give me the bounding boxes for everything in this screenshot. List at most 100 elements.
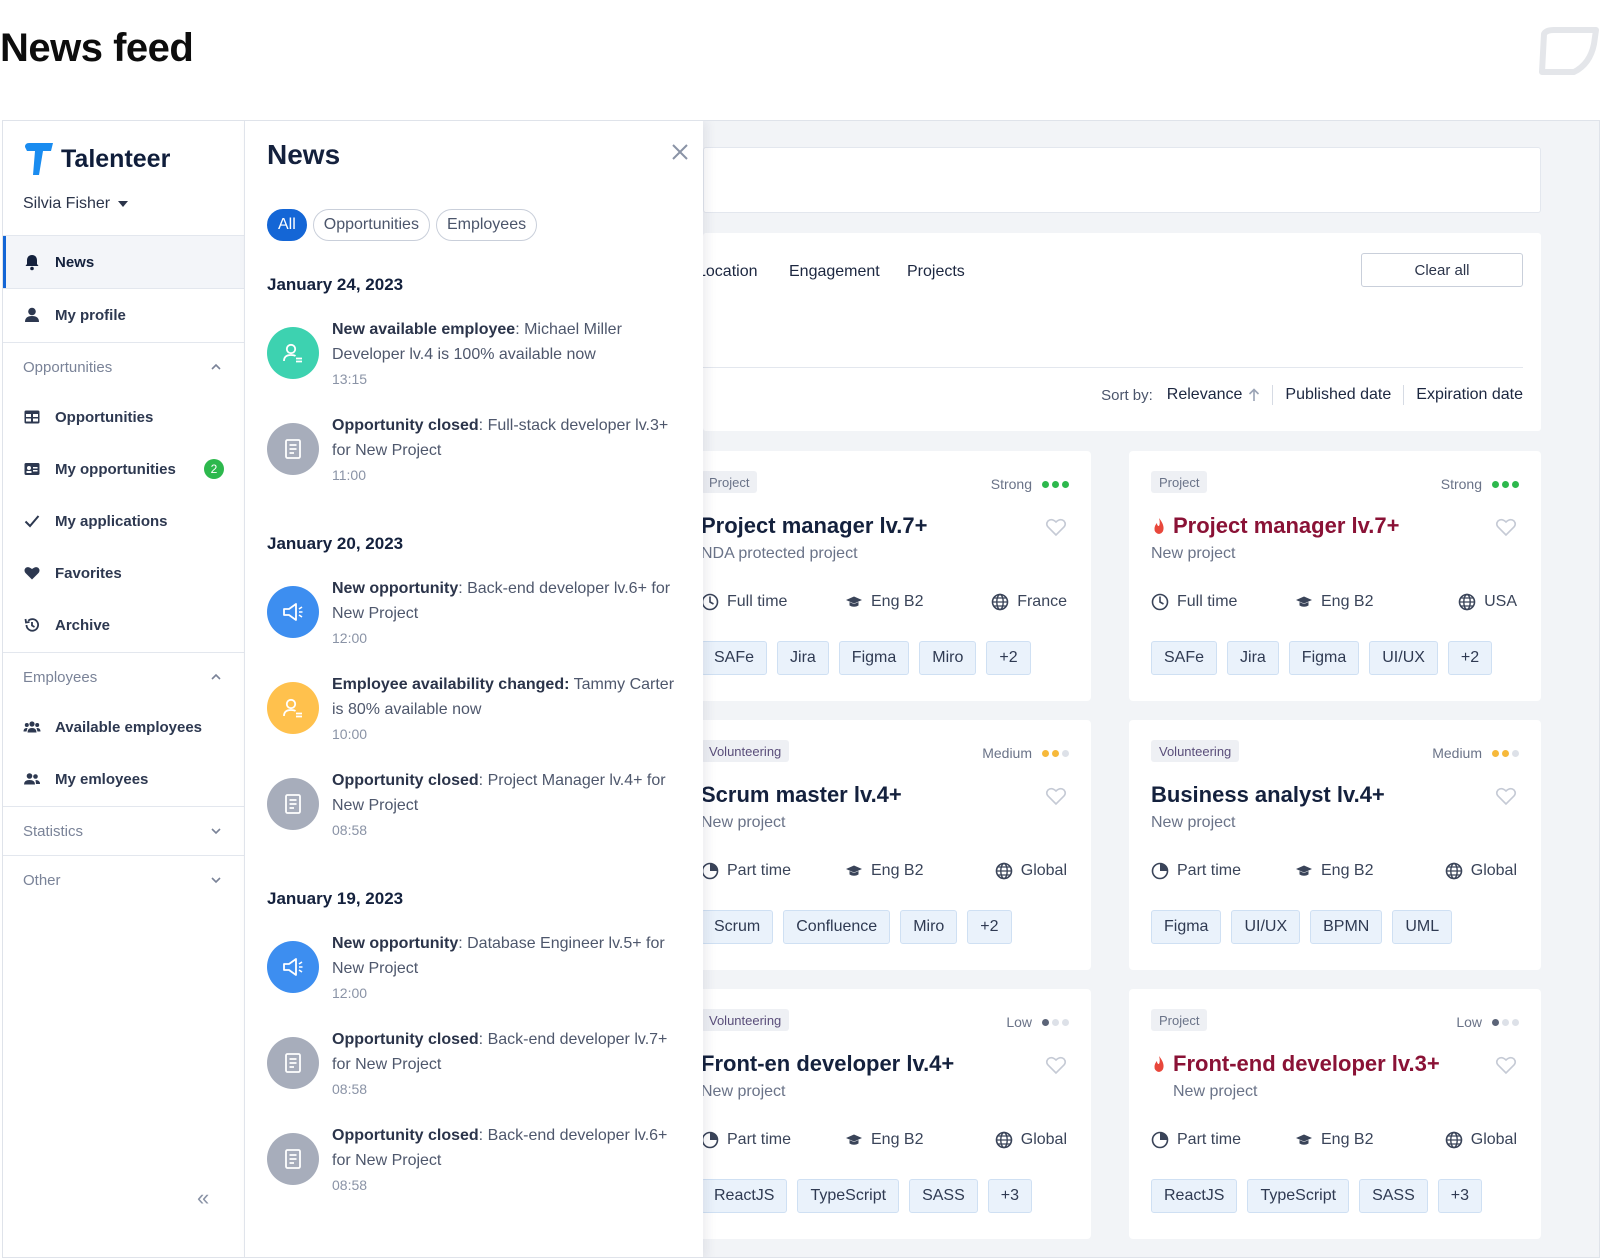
filter-tab-projects[interactable]: Projects bbox=[907, 263, 965, 281]
strength-dots bbox=[1042, 1018, 1069, 1026]
skill-tags: SAFe Jira Figma Miro +2 bbox=[701, 641, 1031, 675]
favorite-heart-icon[interactable] bbox=[1045, 1055, 1067, 1075]
check-icon bbox=[24, 515, 40, 528]
engagement-type: Part time bbox=[701, 1131, 791, 1149]
sidebar-item-my-profile[interactable]: My profile bbox=[3, 289, 244, 341]
news-item[interactable]: Employee availability changed: Tammy Car… bbox=[267, 672, 687, 758]
opportunity-card[interactable]: Volunteering Medium Business analyst lv.4+… bbox=[1129, 720, 1541, 970]
skill-tag[interactable]: Confluence bbox=[783, 910, 891, 944]
card-title[interactable]: Front-en developer lv.4+ bbox=[701, 1051, 954, 1077]
opportunity-card[interactable]: Volunteering Low Front-en developer lv.4+ N… bbox=[679, 989, 1091, 1239]
skill-tag[interactable]: UI/UX bbox=[1231, 910, 1301, 944]
group-employees[interactable]: Employees bbox=[3, 653, 244, 701]
type-badge: Volunteering bbox=[701, 740, 790, 762]
filter-chip-opportunities[interactable]: Opportunities bbox=[312, 209, 430, 241]
graduation-cap-icon bbox=[1295, 593, 1313, 611]
strength-dots bbox=[1492, 480, 1519, 488]
favorite-heart-icon[interactable] bbox=[1495, 517, 1517, 537]
skill-tag[interactable]: +2 bbox=[986, 641, 1031, 675]
skill-tag[interactable]: SAFe bbox=[1151, 641, 1218, 675]
skill-tag[interactable]: TypeScript bbox=[797, 1179, 900, 1213]
app-window: Talenteer Silvia Fisher News My profile … bbox=[2, 120, 1600, 1258]
news-item[interactable]: Opportunity closed: Full-stack developer… bbox=[267, 413, 687, 499]
skill-tag[interactable]: Figma bbox=[1151, 910, 1222, 944]
sidebar-item-opportunities[interactable]: Opportunities bbox=[3, 391, 244, 443]
news-item[interactable]: New opportunity: Database Engineer lv.5+… bbox=[267, 931, 687, 1017]
sort-expiration-date[interactable]: Expiration date bbox=[1416, 386, 1523, 404]
close-icon[interactable] bbox=[671, 143, 689, 161]
skill-tag[interactable]: TypeScript bbox=[1247, 1179, 1350, 1213]
filter-tab-location[interactable]: Location bbox=[697, 263, 758, 281]
news-item[interactable]: New opportunity: Back-end developer lv.6… bbox=[267, 576, 687, 662]
brand[interactable]: Talenteer bbox=[23, 141, 170, 177]
card-title[interactable]: Scrum master lv.4+ bbox=[701, 782, 902, 808]
skill-tag[interactable]: SAFe bbox=[701, 641, 768, 675]
engagement-type-text: Part time bbox=[727, 862, 792, 879]
favorite-heart-icon[interactable] bbox=[1045, 786, 1067, 806]
news-item[interactable]: Opportunity closed: Project Manager lv.4… bbox=[267, 768, 687, 854]
sidebar-item-my-applications[interactable]: My applications bbox=[3, 495, 244, 547]
collapse-sidebar-button[interactable]: « bbox=[197, 1185, 209, 1211]
news-item[interactable]: New available employee: Michael Miller D… bbox=[267, 317, 687, 403]
skill-tag[interactable]: +3 bbox=[987, 1179, 1032, 1213]
card-subtitle: New project bbox=[701, 814, 786, 831]
user-switcher[interactable]: Silvia Fisher bbox=[23, 195, 129, 213]
skill-tag[interactable]: ReactJS bbox=[701, 1179, 788, 1213]
group-statistics[interactable]: Statistics bbox=[3, 807, 244, 855]
group-opportunities[interactable]: Opportunities bbox=[3, 343, 244, 391]
location-text: Global bbox=[1020, 1131, 1067, 1148]
strength-dot bbox=[1042, 749, 1049, 757]
skill-tag[interactable]: Miro bbox=[900, 910, 958, 944]
opportunity-card[interactable]: Project Strong Project manager lv.7+ NDA pr… bbox=[679, 451, 1091, 701]
engagement-type-text: Part time bbox=[1177, 1131, 1242, 1148]
opportunity-card[interactable]: Project Low Front-end developer lv.3+ New p… bbox=[1129, 989, 1541, 1239]
skill-tags: Scrum Confluence Miro +2 bbox=[701, 910, 1012, 944]
search-box[interactable] bbox=[703, 147, 1541, 213]
skill-tag[interactable]: UML bbox=[1392, 910, 1453, 944]
card-title[interactable]: Front-end developer lv.3+ bbox=[1151, 1051, 1440, 1077]
sidebar-item-my-opportunities[interactable]: My opportunities 2 bbox=[3, 443, 244, 495]
sidebar-item-archive[interactable]: Archive bbox=[3, 599, 244, 651]
news-item[interactable]: Opportunity closed: Back-end developer l… bbox=[267, 1027, 687, 1113]
language-level: Eng B2 bbox=[1295, 862, 1373, 880]
sidebar-item-news[interactable]: News bbox=[3, 236, 244, 288]
card-title-text: Project manager lv.7+ bbox=[701, 513, 928, 538]
opportunity-card[interactable]: Volunteering Medium Scrum master lv.4+ New … bbox=[679, 720, 1091, 970]
skill-tag[interactable]: +2 bbox=[967, 910, 1012, 944]
sidebar-item-my-employees[interactable]: My emloyees bbox=[3, 753, 244, 805]
filter-tab-engagement[interactable]: Engagement bbox=[789, 263, 880, 281]
opportunity-card[interactable]: Project Strong Project manager lv.7+ New pr… bbox=[1129, 451, 1541, 701]
skill-tag[interactable]: ReactJS bbox=[1151, 1179, 1238, 1213]
location-text: USA bbox=[1484, 593, 1517, 610]
card-title[interactable]: Business analyst lv.4+ bbox=[1151, 782, 1385, 808]
skill-tag[interactable]: Scrum bbox=[701, 910, 774, 944]
skill-tag[interactable]: BPMN bbox=[1310, 910, 1383, 944]
filter-chip-all[interactable]: All bbox=[267, 209, 307, 241]
sidebar-item-favorites[interactable]: Favorites bbox=[3, 547, 244, 599]
skill-tag[interactable]: Figma bbox=[838, 641, 910, 675]
skill-tag[interactable]: +2 bbox=[1447, 641, 1493, 675]
skill-tag[interactable]: Miro bbox=[919, 641, 977, 675]
card-title[interactable]: Project manager lv.7+ bbox=[1151, 513, 1399, 539]
arrow-up-icon[interactable] bbox=[1248, 388, 1260, 402]
language-level-text: Eng B2 bbox=[1321, 862, 1374, 879]
skill-tag[interactable]: Jira bbox=[1227, 641, 1279, 675]
favorite-heart-icon[interactable] bbox=[1495, 1055, 1517, 1075]
skill-tag[interactable]: SASS bbox=[909, 1179, 978, 1213]
news-item[interactable]: Opportunity closed: Back-end developer l… bbox=[267, 1123, 687, 1209]
group-other[interactable]: Other bbox=[3, 856, 244, 904]
card-title[interactable]: Project manager lv.7+ bbox=[701, 513, 927, 539]
clear-all-button[interactable]: Clear all bbox=[1361, 253, 1523, 287]
heart-icon bbox=[24, 567, 40, 580]
skill-tag[interactable]: Figma bbox=[1288, 641, 1360, 675]
skill-tag[interactable]: SASS bbox=[1359, 1179, 1428, 1213]
skill-tag[interactable]: Jira bbox=[777, 641, 829, 675]
filter-chip-employees[interactable]: Employees bbox=[435, 209, 538, 241]
sort-published-date[interactable]: Published date bbox=[1285, 386, 1391, 404]
sort-relevance[interactable]: Relevance bbox=[1167, 386, 1243, 404]
sidebar-item-available-employees[interactable]: Available employees bbox=[3, 701, 244, 753]
skill-tag[interactable]: UI/UX bbox=[1369, 641, 1438, 675]
favorite-heart-icon[interactable] bbox=[1495, 786, 1517, 806]
favorite-heart-icon[interactable] bbox=[1045, 517, 1067, 537]
skill-tag[interactable]: +3 bbox=[1437, 1179, 1482, 1213]
